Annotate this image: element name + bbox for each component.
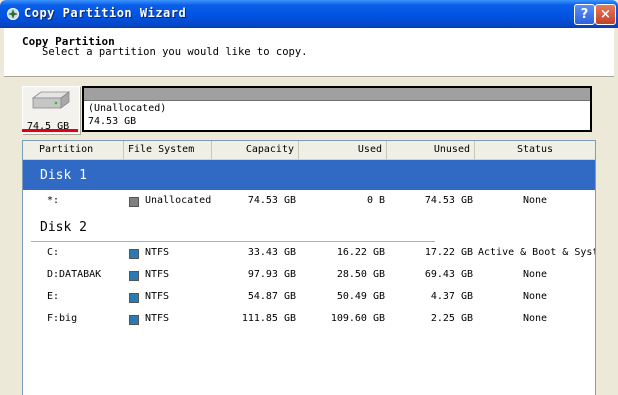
column-capacity[interactable]: Capacity <box>212 141 299 159</box>
partition-name: D:DATABAK <box>47 269 102 280</box>
status: None <box>522 313 548 324</box>
file-system: Unallocated <box>145 195 212 206</box>
title-bar: Copy Partition Wizard ? × <box>0 0 618 28</box>
table-row[interactable]: *: Unallocated 74.53 GB 0 B 74.53 GB Non… <box>23 190 595 212</box>
selected-disk-indicator <box>22 129 78 132</box>
partition-block-size: 74.53 GB <box>88 116 137 127</box>
partition-usage-bar <box>84 88 590 101</box>
capacity: 97.93 GB <box>247 269 296 280</box>
fs-color-swatch <box>129 293 139 303</box>
used: 0 B <box>366 195 385 206</box>
partition-name: *: <box>47 195 60 206</box>
column-header: Partition File System Capacity Used Unus… <box>23 141 595 160</box>
page-subtitle: Select a partition you would like to cop… <box>42 46 308 58</box>
file-system: NTFS <box>145 269 170 280</box>
column-status[interactable]: Status <box>475 141 595 159</box>
unused: 2.25 GB <box>430 313 473 324</box>
unused: 69.43 GB <box>424 269 473 280</box>
partition-name: E: <box>47 291 60 302</box>
capacity: 33.43 GB <box>247 247 296 258</box>
close-button[interactable]: × <box>595 4 616 25</box>
column-used[interactable]: Used <box>299 141 387 159</box>
disk-group-header[interactable]: Disk 1 <box>23 160 595 190</box>
fs-color-swatch <box>129 271 139 281</box>
partition-name: F:big <box>47 313 78 324</box>
used: 109.60 GB <box>330 313 385 324</box>
column-partition[interactable]: Partition <box>23 141 124 159</box>
table-row[interactable]: E: NTFS 54.87 GB 50.49 GB 4.37 GB None <box>23 286 595 308</box>
used: 16.22 GB <box>336 247 385 258</box>
fs-color-swatch <box>129 249 139 259</box>
table-row[interactable]: C: NTFS 33.43 GB 16.22 GB 17.22 GB Activ… <box>23 242 595 264</box>
disk-group-label: Disk 1 <box>40 168 87 183</box>
partition-list[interactable]: Partition File System Capacity Used Unus… <box>22 140 596 395</box>
fs-color-swatch <box>129 197 139 207</box>
hard-disk-icon <box>31 91 71 109</box>
disk-group-label: Disk 2 <box>40 220 87 235</box>
help-button[interactable]: ? <box>574 4 595 25</box>
table-row[interactable]: D:DATABAK NTFS 97.93 GB 28.50 GB 69.43 G… <box>23 264 595 286</box>
column-unused[interactable]: Unused <box>387 141 475 159</box>
status: None <box>522 269 548 280</box>
window-title: Copy Partition Wizard <box>24 6 187 20</box>
used: 50.49 GB <box>336 291 385 302</box>
wizard-icon <box>7 8 19 20</box>
partition-block-unallocated[interactable]: (Unallocated) 74.53 GB <box>82 86 592 132</box>
wizard-header: Copy Partition Select a partition you wo… <box>4 28 614 77</box>
file-system: NTFS <box>145 247 170 258</box>
used: 28.50 GB <box>336 269 385 280</box>
file-system: NTFS <box>145 313 170 324</box>
file-system: NTFS <box>145 291 170 302</box>
fs-color-swatch <box>129 315 139 325</box>
status: None <box>522 291 548 302</box>
capacity: 74.53 GB <box>247 195 296 206</box>
unused: 17.22 GB <box>424 247 473 258</box>
column-file-system[interactable]: File System <box>124 141 212 159</box>
partition-block-label: (Unallocated) <box>88 103 167 114</box>
partition-name: C: <box>47 247 60 258</box>
disk-group-header[interactable]: Disk 2 <box>23 212 595 242</box>
status: Active & Boot & System <box>478 247 595 258</box>
table-row[interactable]: F:big NTFS 111.85 GB 109.60 GB 2.25 GB N… <box>23 308 595 330</box>
capacity: 54.87 GB <box>247 291 296 302</box>
unused: 74.53 GB <box>424 195 473 206</box>
capacity: 111.85 GB <box>241 313 296 324</box>
unused: 4.37 GB <box>430 291 473 302</box>
status: None <box>522 195 548 206</box>
disk-1-tile[interactable]: 74.5 GB <box>22 86 80 134</box>
